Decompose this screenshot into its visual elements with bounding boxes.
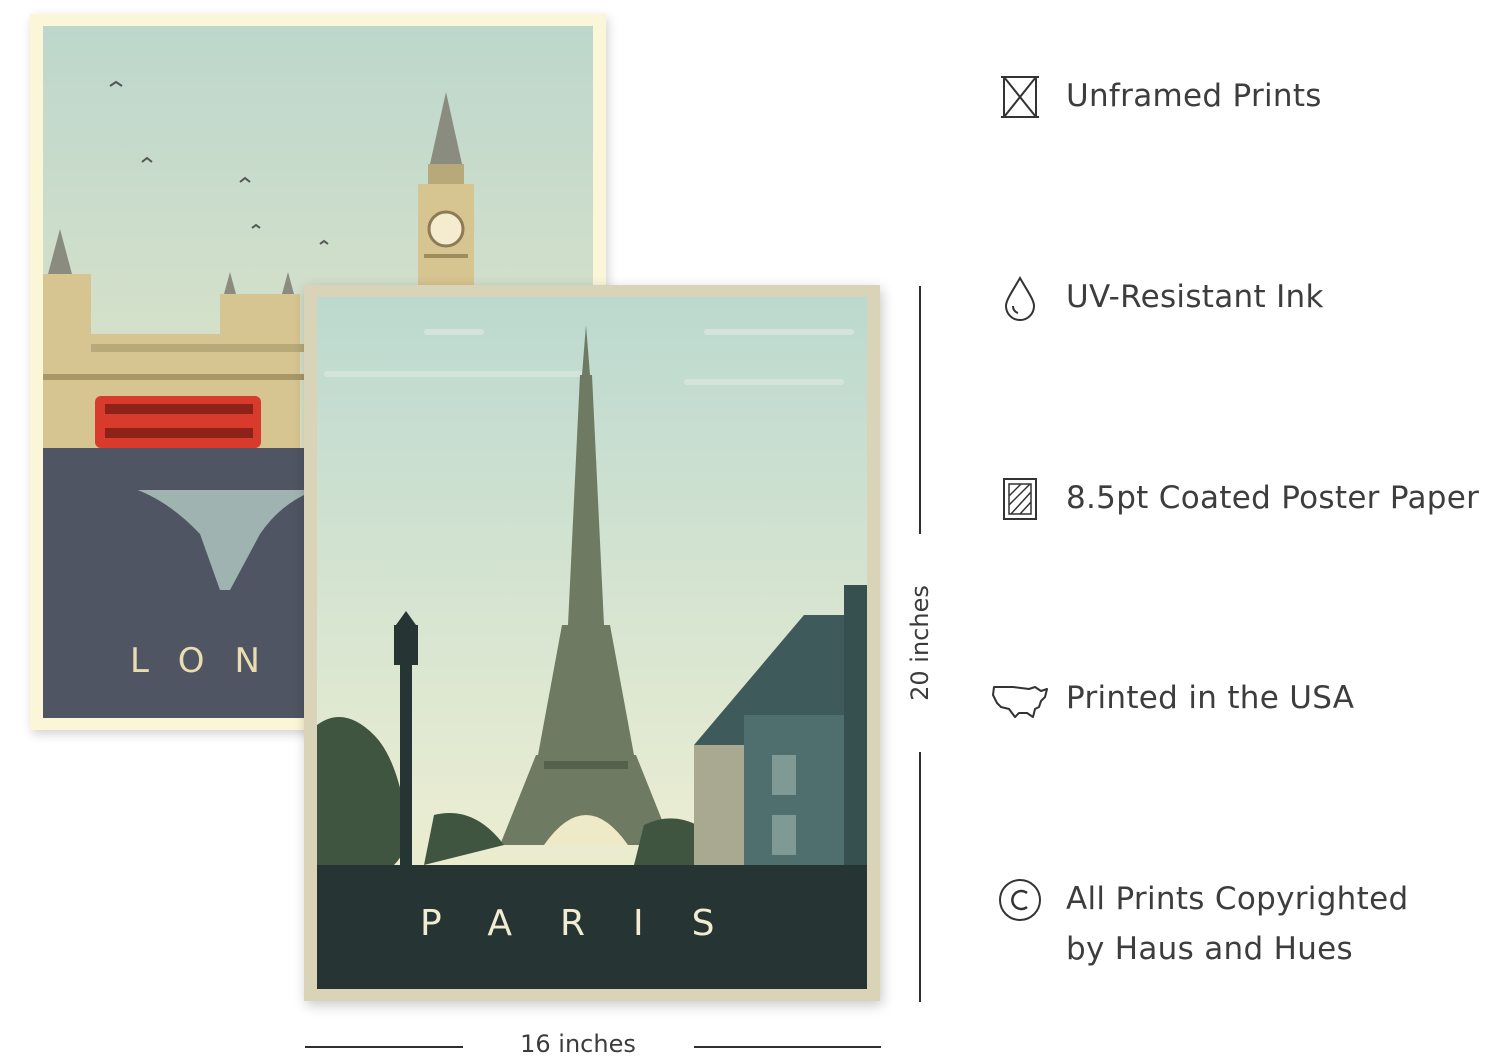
feature-copyright: All Prints Copyrighted by Haus and Hues — [990, 874, 1408, 974]
unframed-box-icon — [990, 71, 1050, 123]
feature-text: All Prints Copyrighted — [1066, 881, 1409, 917]
feature-poster-paper: 8.5pt Coated Poster Paper — [990, 473, 1479, 525]
height-dimension-label: 20 inches — [906, 585, 934, 701]
ink-drop-icon — [990, 272, 1050, 324]
paris-title: PARIS — [420, 903, 763, 944]
feature-uv-ink: UV-Resistant Ink — [990, 272, 1324, 324]
width-dimension-label: 16 inches — [520, 1030, 636, 1058]
london-title: LON — [130, 641, 290, 681]
feature-text: Unframed Prints — [1066, 78, 1322, 114]
usa-map-icon — [990, 673, 1050, 725]
paris-illustration: PARIS — [304, 285, 880, 1001]
feature-text: Printed in the USA — [1066, 680, 1355, 716]
paris-poster: PARIS — [304, 285, 880, 1001]
feature-unframed-prints: Unframed Prints — [990, 71, 1322, 123]
feature-text-line2: by Haus and Hues — [1066, 931, 1353, 967]
height-dimension-line-bottom — [919, 752, 921, 1002]
feature-text: UV-Resistant Ink — [1066, 279, 1324, 315]
feature-text-block: All Prints Copyrighted by Haus and Hues — [1066, 874, 1408, 974]
coated-paper-icon — [990, 473, 1050, 525]
width-dimension-line-right — [694, 1046, 881, 1048]
feature-text: 8.5pt Coated Poster Paper — [1066, 480, 1480, 516]
copyright-icon — [990, 874, 1050, 926]
width-dimension-line-left — [305, 1046, 463, 1048]
feature-printed-usa: Printed in the USA — [990, 673, 1354, 725]
height-dimension-line-top — [919, 286, 921, 534]
